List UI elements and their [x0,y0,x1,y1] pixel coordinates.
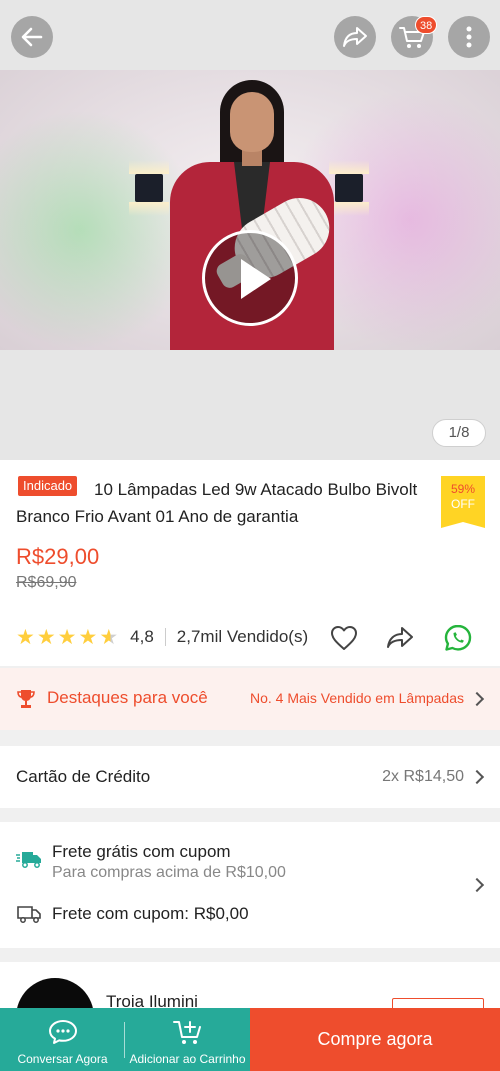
star-icon: ★ [78,625,98,649]
product-info: 10 Lâmpadas Led 9w Atacado Bulbo Bivolt … [0,460,500,666]
installment-value: 2x R$14,50 [382,768,464,785]
product-title: 10 Lâmpadas Led 9w Atacado Bulbo Bivolt … [16,480,418,526]
chevron-right-icon [469,769,485,785]
discount-off-label: OFF [451,497,475,511]
discount-badge: 59% OFF [441,476,485,528]
star-icon: ★ [57,625,77,649]
highlight-ranking: No. 4 Mais Vendido em Lâmpadas [249,690,464,706]
chat-icon [48,1020,77,1044]
favorite-button[interactable] [328,622,360,654]
chevron-right-icon [469,691,485,707]
rating-row[interactable]: ★ ★ ★ ★ ★ 4,8 2,7mil Vendido(s) [16,624,308,650]
sold-count: 2,7mil Vendido(s) [176,627,309,646]
more-vertical-icon [466,26,472,48]
bottom-action-bar: Conversar Agora Adicionar ao Carrinho Co… [0,1008,500,1071]
shipping-truck-icon [17,906,41,923]
product-video[interactable] [0,70,500,350]
play-icon[interactable] [202,230,298,326]
recommended-tag: Indicado [18,476,78,496]
discount-percent: 59% [450,482,476,496]
star-icon: ★ [36,625,56,649]
star-half-icon: ★ [99,625,119,649]
shipping-section[interactable]: Frete grátis com cupom Para compras acim… [0,822,500,948]
trophy-icon [17,690,35,708]
bottom-left-actions: Conversar Agora Adicionar ao Carrinho [0,1008,250,1071]
share-icon [343,27,367,47]
add-to-cart-label: Adicionar ao Carrinho [129,1052,246,1066]
product-page: 38 1/8 10 Lâmpadas Led 9w Atacado Bulbo … [0,0,500,1071]
rating-stars: ★ ★ ★ ★ ★ [16,627,118,648]
share-button[interactable] [334,16,376,58]
cart-count-badge: 38 [415,16,438,34]
chevron-right-icon [469,877,485,893]
share-icon [387,627,413,648]
chat-now-label: Conversar Agora [17,1052,108,1066]
credit-card-row[interactable]: Cartão de Crédito 2x R$14,50 [0,746,500,808]
star-icon: ★ [16,625,35,649]
divider [164,628,166,646]
free-shipping-subtitle: Para compras acima de R$10,00 [52,864,286,881]
share-product-button[interactable] [384,622,416,654]
free-shipping-truck-icon [16,852,41,868]
highlight-label: Destaques para você [47,688,208,707]
credit-card-label: Cartão de Crédito [16,767,151,786]
buy-now-button[interactable]: Compre agora [250,1008,500,1071]
heart-icon [331,626,357,650]
product-media: 38 1/8 [0,0,500,460]
whatsapp-icon [444,624,472,651]
add-to-cart-icon [172,1021,201,1044]
highlight-banner[interactable]: Destaques para você No. 4 Mais Vendido e… [0,668,500,730]
chat-now-button[interactable]: Conversar Agora [0,1008,125,1071]
current-price: R$29,00 [16,544,100,569]
free-shipping-title: Frete grátis com cupom [52,842,231,861]
image-pager: 1/8 [432,419,486,447]
add-to-cart-button[interactable]: Adicionar ao Carrinho [125,1008,250,1071]
back-button[interactable] [11,16,53,58]
rating-value: 4,8 [130,627,154,646]
coupon-shipping-price: Frete com cupom: R$0,00 [52,904,249,923]
original-price: R$69,90 [16,574,77,591]
more-options-button[interactable] [448,16,490,58]
whatsapp-share-button[interactable] [442,622,474,654]
back-arrow-icon [21,27,43,47]
